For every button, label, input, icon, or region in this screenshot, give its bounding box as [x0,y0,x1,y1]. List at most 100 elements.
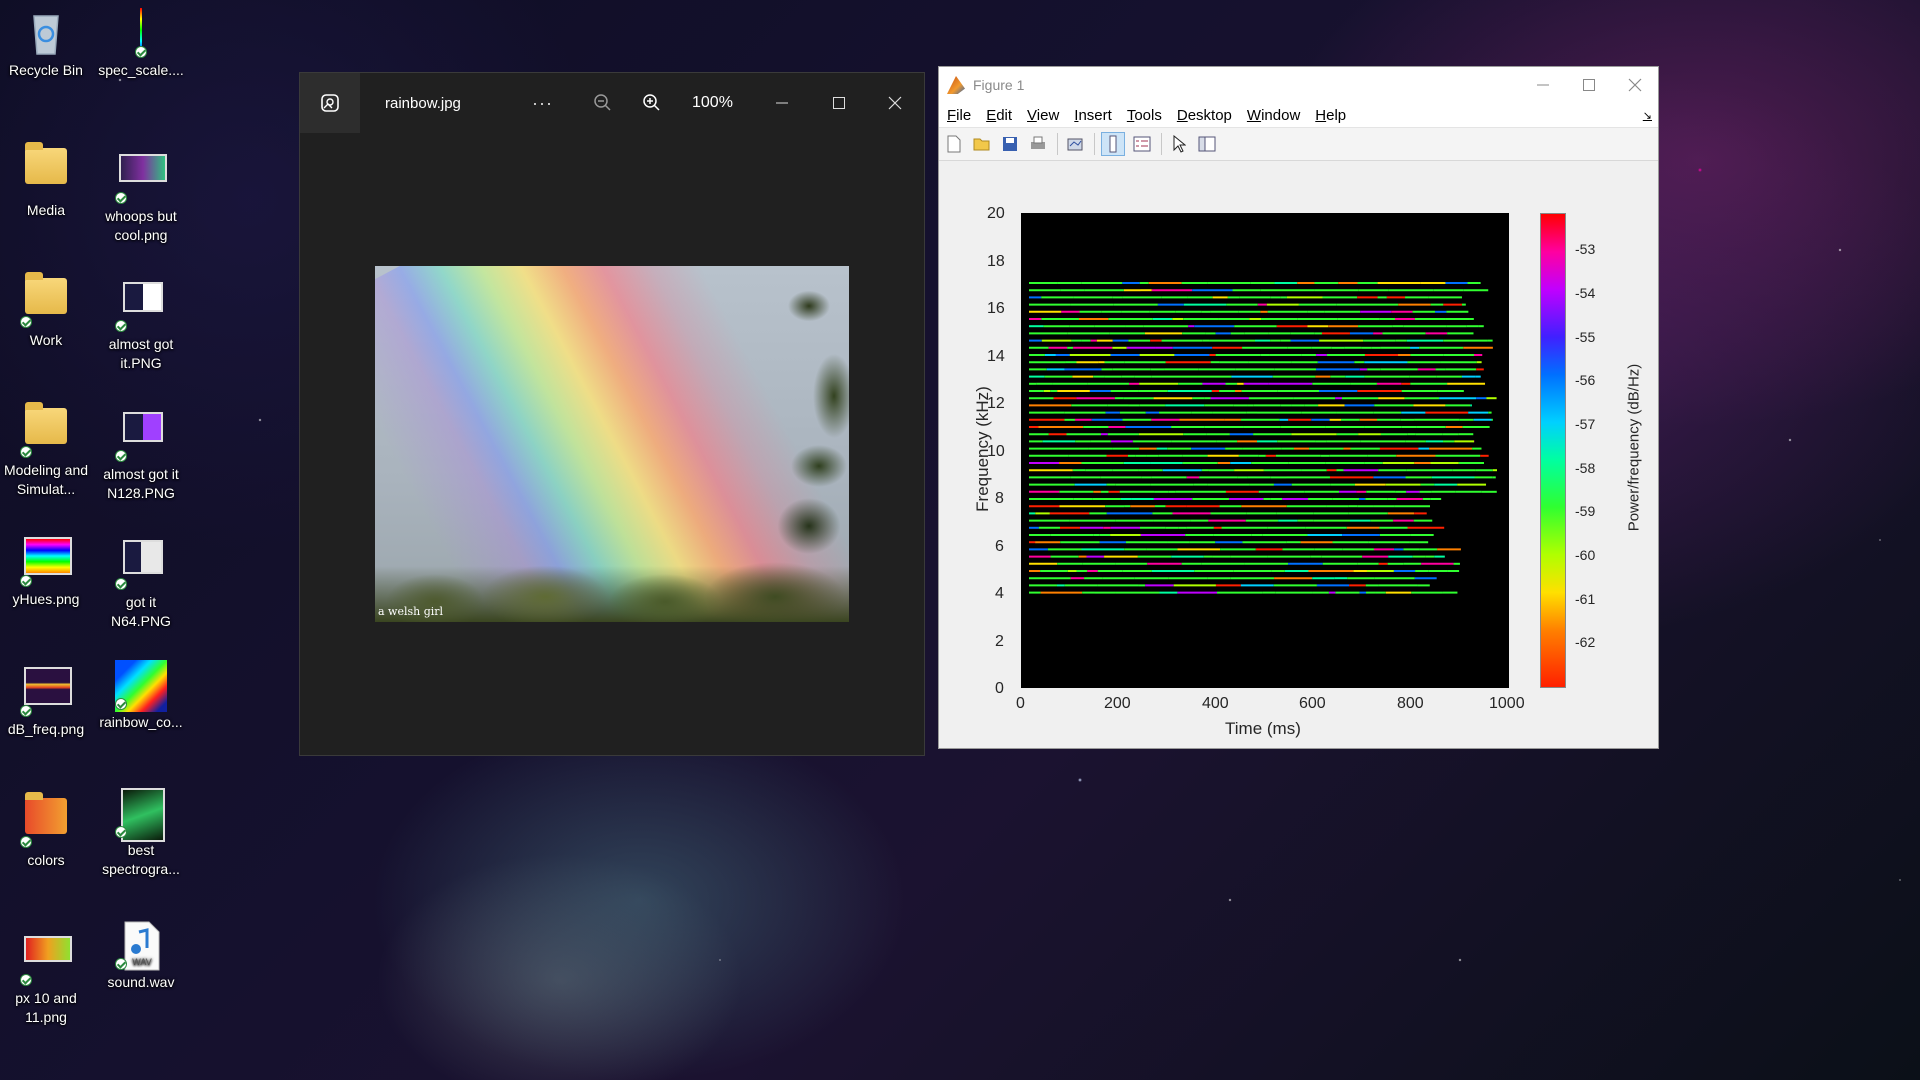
desktop-icon-whoops[interactable]: whoops but cool.png [95,140,187,245]
colorbar-tick-label: -58 [1575,460,1596,476]
desktop-icon-label: best spectrogra... [102,842,180,877]
maximize-icon[interactable] [1566,67,1612,103]
y-tick-label: 8 [995,490,1004,507]
folder-icon [20,272,70,328]
desktop-icon-yhues[interactable]: yHues.png [0,530,92,609]
desktop-icon-px-10-11[interactable]: px 10 and 11.png [0,920,92,1027]
more-options-button[interactable]: ··· [532,73,553,133]
zoom-in-icon[interactable] [642,73,662,133]
desktop-icon-label: almost got it N128.PNG [103,466,179,501]
menu-window[interactable]: Window [1247,107,1300,124]
maximize-icon[interactable] [832,73,846,133]
zoom-level[interactable]: 100% [692,73,733,133]
desktop-icon-rainbow-co[interactable]: rainbow_co... [95,660,187,732]
minimize-icon[interactable] [1520,67,1566,103]
colorbar-tick-label: -59 [1575,503,1596,519]
desktop-icon-sound-wav[interactable]: WAV sound.wav [95,920,187,992]
spectrogram-plot-area[interactable] [1021,213,1509,688]
matlab-figure-window[interactable]: Figure 1 File Edit View Insert Tools Des… [938,66,1659,749]
desktop-icon-label: sound.wav [107,974,175,990]
colorbar-tick-label: -56 [1575,372,1596,388]
desktop-icon-label: whoops but cool.png [105,208,177,243]
y-tick-label: 0 [995,680,1004,697]
folder-icon [22,142,70,196]
menu-help[interactable]: Help [1315,107,1346,124]
photos-titlebar[interactable]: rainbow.jpg ··· 100% [300,73,924,133]
desktop-icon-label: Recycle Bin [9,62,83,78]
matlab-logo-icon [947,76,965,94]
svg-text:WAV: WAV [132,957,152,967]
desktop-icon-label: colors [27,852,65,868]
toolbar-separator [1094,133,1095,155]
y-tick-label: 14 [987,348,1005,365]
desktop-icon-label: yHues.png [12,591,80,607]
sync-status-icon [20,836,32,848]
sync-status-icon [115,450,127,462]
desktop-icon-label: almost got it.PNG [108,336,174,371]
menu-desktop[interactable]: Desktop [1177,107,1232,124]
desktop-icon-almost-n128[interactable]: almost got it N128.PNG [95,400,187,503]
desktop-icon-label: Media [26,202,66,218]
tree-branch [739,266,849,622]
close-icon[interactable] [888,73,902,133]
figure-title: Figure 1 [973,77,1025,93]
colorbar[interactable] [1540,213,1566,688]
desktop-icon-label: dB_freq.png [7,721,85,737]
figure-titlebar[interactable]: Figure 1 [939,67,1658,103]
x-tick-label: 0 [1016,695,1025,712]
y-tick-label: 20 [987,205,1005,222]
y-tick-label: 18 [987,253,1005,270]
desktop-icon-colors[interactable]: colors [0,790,92,870]
colorbar-tick-label: -53 [1575,241,1596,257]
menu-view[interactable]: View [1027,107,1059,124]
minimize-icon[interactable] [775,73,789,133]
image-file-icon [115,154,167,204]
desktop-icon-spec-scale[interactable]: spec_scale.... [95,8,187,80]
image-file-icon [115,660,167,712]
desktop-icon-almost-got-it[interactable]: almost got it.PNG [95,270,187,373]
property-inspector-icon[interactable] [1196,133,1218,155]
link-plot-icon[interactable] [1064,133,1086,155]
sync-status-icon [115,192,127,204]
sync-status-icon [115,698,127,710]
photos-app-icon[interactable] [300,73,360,133]
menu-edit[interactable]: Edit [986,107,1012,124]
image-file-icon [20,667,72,717]
image-file-icon [115,788,165,842]
colorbar-toggle-icon[interactable] [1101,132,1125,156]
desktop-icon-recycle-bin[interactable]: Recycle Bin [0,8,92,80]
open-file-icon[interactable] [971,133,993,155]
image-file-icon [20,537,72,587]
photos-window[interactable]: rainbow.jpg ··· 100% a welsh girl [299,72,925,756]
y-tick-label: 4 [995,585,1004,602]
colorbar-tick-label: -62 [1575,634,1596,650]
x-axis-label: Time (ms) [1225,719,1301,738]
print-icon[interactable] [1027,133,1049,155]
menu-file[interactable]: File [947,107,971,124]
image-file-icon [117,8,165,58]
legend-toggle-icon[interactable] [1131,133,1153,155]
edit-plot-arrow-icon[interactable] [1168,133,1190,155]
desktop-icon-work[interactable]: Work [0,270,92,350]
desktop-icon-media[interactable]: Media [0,140,92,220]
desktop-icon-label: spec_scale.... [98,62,184,78]
save-icon[interactable] [999,133,1021,155]
menu-tools[interactable]: Tools [1127,107,1162,124]
desktop-icon-best-spectro[interactable]: best spectrogra... [95,788,187,879]
image-file-icon [115,540,165,590]
colorbar-tick-label: -57 [1575,416,1596,432]
close-icon[interactable] [1612,67,1658,103]
dock-arrow-icon[interactable]: ↘ [1643,109,1652,122]
desktop-icon-db-freq[interactable]: dB_freq.png [0,660,92,739]
desktop-icon-modeling[interactable]: Modeling and Simulat... [0,400,92,499]
desktop-icon-label: rainbow_co... [99,714,183,730]
colorbar-tick-label: -55 [1575,329,1596,345]
zoom-out-icon[interactable] [593,73,613,133]
sync-status-icon [20,316,32,328]
photos-file-title: rainbow.jpg [385,94,461,112]
desktop-icon-label: got it N64.PNG [111,594,171,629]
x-tick-label: 800 [1397,695,1424,712]
desktop-icon-got-it-n64[interactable]: got it N64.PNG [95,530,187,631]
menu-insert[interactable]: Insert [1074,107,1112,124]
new-figure-icon[interactable] [943,133,965,155]
